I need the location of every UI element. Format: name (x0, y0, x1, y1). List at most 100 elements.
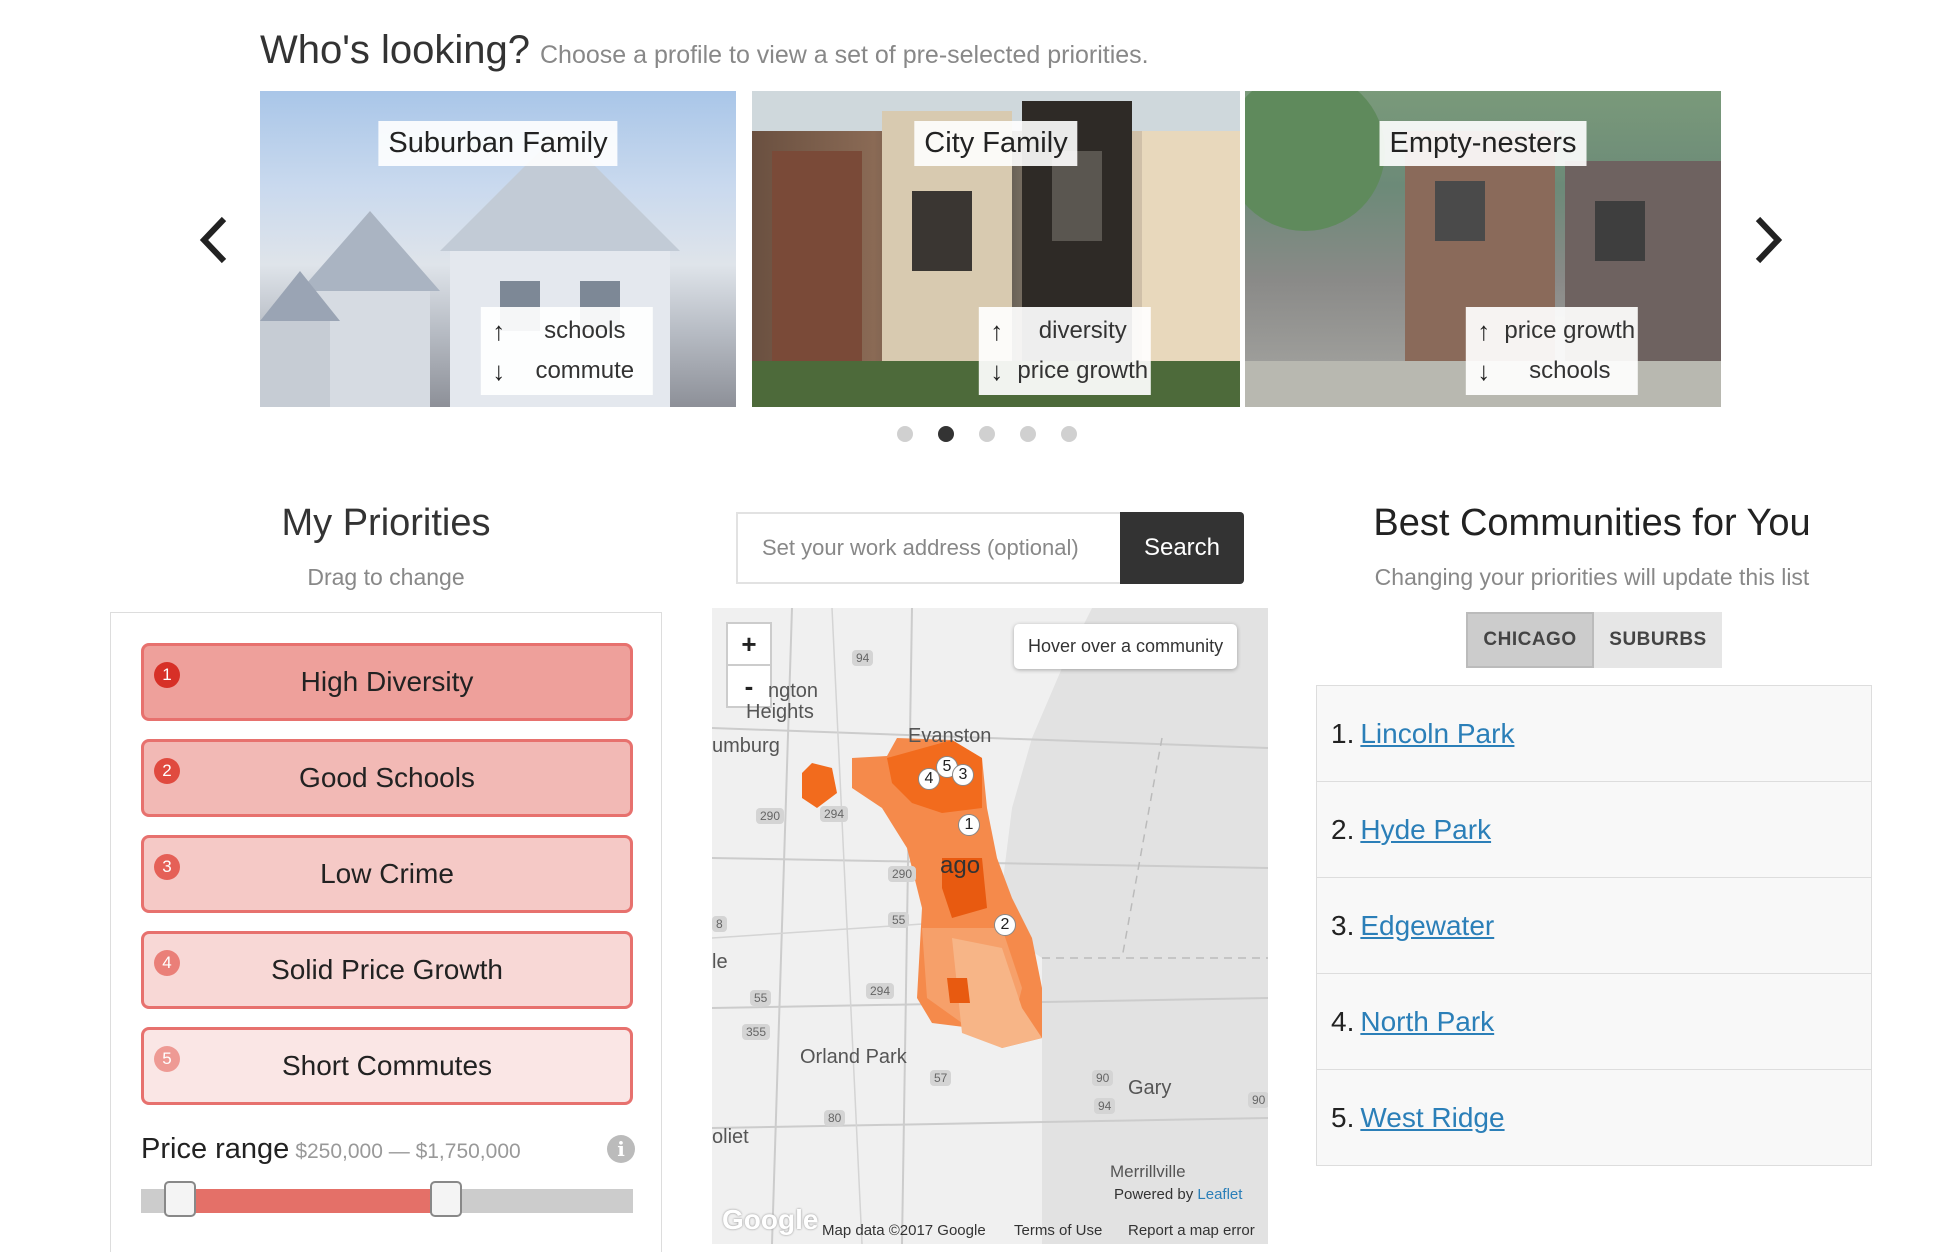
community-link-edgewater[interactable]: Edgewater (1360, 910, 1494, 942)
arrow-down-icon: ↓ (1477, 355, 1491, 386)
map-label-gary: Gary (1128, 1077, 1172, 1099)
chevron-left-icon (199, 216, 227, 264)
profile-card-suburban-family[interactable]: Suburban Family ↑ schools ↓ commute (260, 91, 736, 407)
hover-info-box: Hover over a community (1014, 624, 1238, 669)
community-link-west-ridge[interactable]: West Ridge (1360, 1102, 1504, 1134)
rank-marker[interactable]: 3 (952, 764, 974, 786)
slider-handle-max[interactable] (430, 1181, 463, 1217)
price-range-label: Price range $250,000 — $1,750,000 (141, 1133, 521, 1166)
carousel-dot[interactable] (979, 426, 995, 442)
work-address-input[interactable] (736, 512, 1120, 584)
map-label-joliet: oliet (712, 1126, 749, 1148)
map-label-chicago: ago (940, 852, 981, 879)
priorities-panel: 1 High Diversity 2 Good Schools 3 Low Cr… (110, 612, 662, 1252)
priority-label: High Diversity (300, 666, 474, 697)
priorities-subtitle: Drag to change (307, 564, 465, 590)
page-title: Who's looking? Choose a profile to view a… (260, 28, 1149, 73)
carousel-dot-active[interactable] (938, 426, 954, 442)
leaflet-link[interactable]: Leaflet (1197, 1186, 1242, 1203)
terms-of-use-link[interactable]: Terms of Use (1014, 1222, 1102, 1239)
highway-shield: 80 (824, 1110, 846, 1126)
map-label-arlington: ngton (768, 680, 819, 702)
report-map-error-link[interactable]: Report a map error (1128, 1222, 1255, 1239)
carousel-prev-button[interactable] (196, 215, 230, 275)
profile-label: Empty-nesters (1379, 121, 1587, 166)
highway-shield: 94 (1094, 1098, 1116, 1114)
price-range-value: $250,000 — $1,750,000 (295, 1140, 521, 1163)
highway-shield: 55 (888, 912, 910, 928)
community-link-lincoln-park[interactable]: Lincoln Park (1360, 718, 1514, 750)
profile-label: City Family (914, 121, 1078, 166)
rank-marker[interactable]: 2 (994, 914, 1016, 936)
list-item: 4. North Park (1317, 974, 1871, 1070)
carousel-dot[interactable] (1061, 426, 1077, 442)
map-label-orland-park: Orland Park (800, 1046, 907, 1068)
highway-shield: 94 (852, 650, 874, 666)
priority-label: Solid Price Growth (271, 954, 503, 985)
rank-number: 4. (1331, 1005, 1355, 1037)
rank-number: 2. (1331, 813, 1355, 845)
priority-rank-badge: 1 (154, 662, 180, 688)
arrow-up-icon: ↑ (990, 315, 1004, 346)
zoom-in-button[interactable]: + (726, 622, 772, 666)
priority-label: Good Schools (299, 762, 475, 793)
priority-item-good-schools[interactable]: 2 Good Schools (141, 739, 633, 817)
highway-shield: 355 (742, 1024, 771, 1040)
price-range-slider[interactable] (141, 1181, 633, 1217)
carousel-dot[interactable] (897, 426, 913, 442)
priority-down: price growth (1017, 357, 1149, 384)
search-button[interactable]: Search (1120, 512, 1244, 584)
highway-shield: 294 (866, 983, 895, 999)
priority-item-short-commutes[interactable]: 5 Short Commutes (141, 1027, 633, 1105)
map-label-evanston: Evanston (908, 725, 992, 747)
info-icon[interactable]: i (607, 1135, 635, 1163)
rank-number: 5. (1331, 1101, 1355, 1133)
priority-item-high-diversity[interactable]: 1 High Diversity (141, 643, 633, 721)
profile-card-city-family[interactable]: City Family ↑ diversity ↓ price growth (752, 91, 1240, 407)
chevron-right-icon (1755, 216, 1783, 264)
carousel-dots (897, 426, 1077, 442)
priority-down: commute (535, 357, 635, 384)
tab-suburbs[interactable]: SUBURBS (1594, 612, 1722, 668)
profile-label: Suburban Family (378, 121, 618, 166)
priority-item-solid-price-growth[interactable]: 4 Solid Price Growth (141, 931, 633, 1009)
carousel-next-button[interactable] (1752, 215, 1786, 275)
highway-shield: 90 (1248, 1092, 1268, 1108)
community-link-north-park[interactable]: North Park (1360, 1006, 1494, 1038)
rank-number: 1. (1331, 717, 1355, 749)
highway-shield: 90 (1092, 1070, 1114, 1086)
priority-label: Low Crime (320, 858, 454, 889)
profile-card-empty-nesters[interactable]: Empty-nesters ↑ price growth ↓ schools (1245, 91, 1721, 407)
best-communities-title: Best Communities for You (1373, 502, 1811, 544)
map-data-text: Map data ©2017 Google (822, 1222, 986, 1239)
list-item: 3. Edgewater (1317, 878, 1871, 974)
highway-shield: 290 (888, 866, 917, 882)
priorities-title: My Priorities (281, 502, 491, 544)
list-item: 2. Hyde Park (1317, 782, 1871, 878)
tab-chicago[interactable]: CHICAGO (1466, 612, 1594, 668)
who-looking-title: Who's looking? (260, 28, 530, 72)
arrow-down-icon: ↓ (990, 355, 1004, 386)
carousel-dot[interactable] (1020, 426, 1036, 442)
community-link-hyde-park[interactable]: Hyde Park (1360, 814, 1491, 846)
priority-down: schools (1529, 357, 1611, 384)
highway-shield: 55 (750, 990, 772, 1006)
profile-priorities: ↑ price growth ↓ schools (1465, 307, 1638, 395)
profile-priorities: ↑ diversity ↓ price growth (978, 307, 1151, 395)
slider-handle-min[interactable] (164, 1181, 197, 1217)
priority-rank-badge: 4 (154, 950, 180, 976)
rank-marker[interactable]: 1 (958, 814, 980, 836)
priority-item-low-crime[interactable]: 3 Low Crime (141, 835, 633, 913)
map-label-le: le (712, 951, 728, 973)
price-range-fill (180, 1189, 447, 1213)
priority-rank-badge: 3 (154, 854, 180, 880)
map-label-heights: Heights (746, 701, 814, 723)
community-map[interactable]: + - Hover over a community ngton Heights… (712, 608, 1268, 1244)
map-label-merrillville: Merrillville (1110, 1162, 1186, 1181)
arrow-down-icon: ↓ (492, 355, 506, 386)
priority-rank-badge: 5 (154, 1046, 180, 1072)
map-attribution: Powered by Leaflet (1114, 1186, 1242, 1203)
priority-up: schools (544, 317, 626, 344)
who-looking-subtitle: Choose a profile to view a set of pre-se… (540, 41, 1149, 69)
priority-rank-badge: 2 (154, 758, 180, 784)
